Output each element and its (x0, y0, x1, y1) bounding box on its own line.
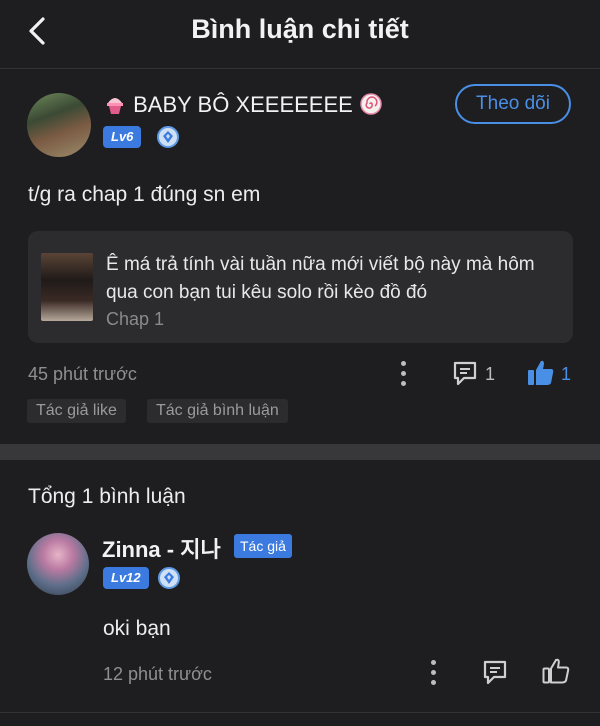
post-username-row[interactable]: BABY BÔ XEEEEEEE (103, 92, 383, 118)
like-count: 1 (561, 364, 572, 384)
comment-icon[interactable] (451, 359, 479, 392)
tag-author-like: Tác giả like (27, 399, 126, 423)
comment-icon[interactable] (481, 658, 509, 691)
post-username: BABY BÔ XEEEEEEE (133, 92, 353, 117)
level-gem-icon (158, 567, 180, 589)
fish-cake-emoji-icon (359, 92, 383, 116)
author-badge: Tác giả (234, 534, 292, 558)
reply-text: oki bạn (103, 617, 171, 640)
chapter-label: Chap 1 (106, 309, 165, 329)
level-badge: Lv12 (103, 567, 149, 589)
post-text: t/g ra chap 1 đúng sn em (28, 183, 261, 206)
replies-header: Tổng 1 bình luận (28, 485, 186, 508)
tag-author-comment: Tác giả bình luận (147, 399, 288, 423)
thumbs-up-icon[interactable] (541, 656, 571, 691)
reply-count: 1 (485, 364, 496, 384)
shaved-ice-emoji-icon (103, 92, 127, 116)
level-gem-icon (157, 126, 179, 148)
chapter-thumbnail (41, 253, 93, 321)
page-title: Bình luận chi tiết (191, 14, 409, 44)
section-divider (0, 444, 600, 460)
top-bar: Bình luận chi tiết (0, 0, 600, 69)
reply-username[interactable]: Zinna - 지나 (102, 532, 221, 564)
more-dots-icon[interactable] (430, 660, 438, 686)
thumbs-up-icon[interactable] (526, 358, 556, 393)
follow-button[interactable]: Theo dõi (455, 84, 571, 124)
divider (0, 712, 600, 713)
quoted-chapter-card[interactable]: Ê má trả tính vài tuần nữa mới viết bộ n… (28, 231, 573, 343)
level-badge: Lv6 (103, 126, 142, 148)
quoted-text: Ê má trả tính vài tuần nữa mới viết bộ n… (106, 254, 535, 303)
post-timestamp: 45 phút trước (28, 364, 137, 384)
avatar[interactable] (27, 533, 89, 595)
reply-timestamp: 12 phút trước (103, 664, 212, 684)
avatar[interactable] (27, 93, 91, 157)
more-dots-icon[interactable] (400, 361, 408, 387)
